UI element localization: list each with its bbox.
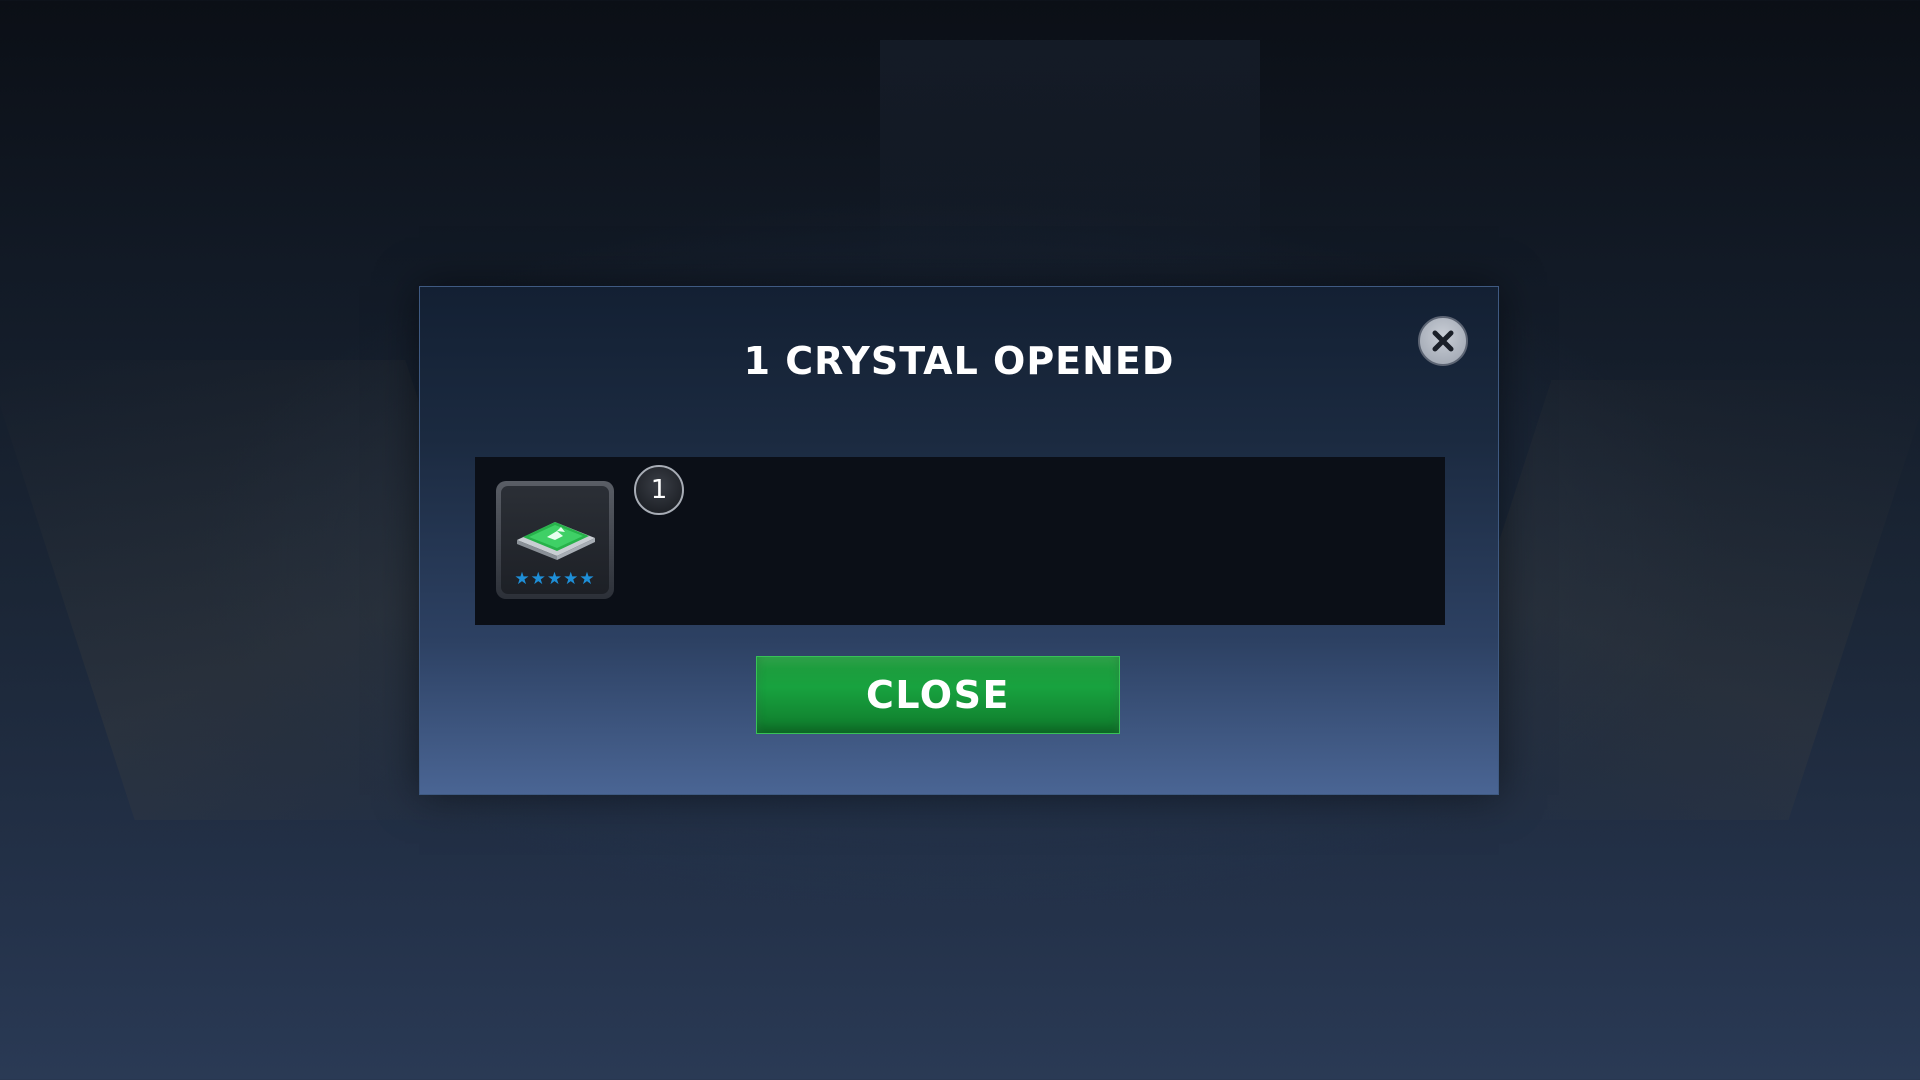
background-decoration-top (880, 40, 1260, 300)
training-module-icon (517, 522, 595, 560)
close-x-button[interactable] (1418, 316, 1468, 366)
reward-panel: ★★★★★ 1 (475, 457, 1445, 625)
reward-item[interactable]: ★★★★★ (496, 481, 614, 599)
dialog-title: 1 CRYSTAL OPENED (743, 339, 1175, 383)
close-button[interactable]: CLOSE (756, 656, 1120, 734)
count-badge: 1 (634, 465, 684, 515)
close-icon (1432, 330, 1454, 352)
star-rating: ★★★★★ (514, 569, 596, 589)
crystal-opened-dialog: 1 CRYSTAL OPENED ★★★★★ 1 CLOSE (419, 286, 1499, 795)
